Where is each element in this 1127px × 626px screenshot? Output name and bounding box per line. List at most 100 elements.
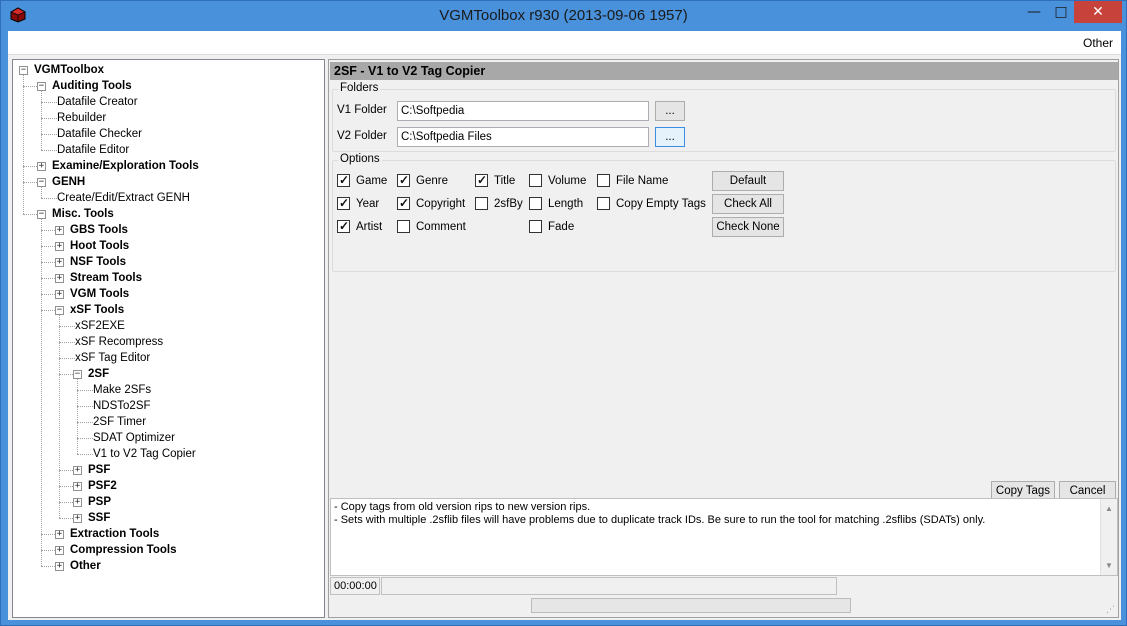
- checkbox-unchecked-icon[interactable]: [597, 197, 610, 210]
- tree-item[interactable]: GENH: [52, 174, 85, 190]
- tree-item[interactable]: VGM Tools: [70, 286, 129, 302]
- tree-item[interactable]: Compression Tools: [70, 542, 177, 558]
- checkbox-unchecked-icon[interactable]: [475, 197, 488, 210]
- tree-item[interactable]: Hoot Tools: [70, 238, 129, 254]
- option-checkbox[interactable]: 2sfBy: [475, 196, 523, 212]
- maximize-button[interactable]: □: [1046, 1, 1076, 23]
- checkbox-unchecked-icon[interactable]: [397, 220, 410, 233]
- tree-item[interactable]: NDSTo2SF: [93, 398, 151, 414]
- option-checkbox[interactable]: Volume: [529, 173, 586, 189]
- scroll-up-icon[interactable]: ▲: [1105, 502, 1113, 515]
- expand-icon[interactable]: +: [55, 242, 64, 251]
- checkbox-unchecked-icon[interactable]: [597, 174, 610, 187]
- tree-item[interactable]: xSF Tools: [70, 302, 124, 318]
- option-checkbox[interactable]: Length: [529, 196, 583, 212]
- expand-icon[interactable]: +: [55, 258, 64, 267]
- collapse-icon[interactable]: −: [55, 306, 64, 315]
- tree-item[interactable]: Examine/Exploration Tools: [52, 158, 199, 174]
- close-button[interactable]: ✕: [1074, 1, 1122, 23]
- tree-item[interactable]: Make 2SFs: [93, 382, 151, 398]
- check-all-button[interactable]: Check All: [712, 194, 784, 214]
- tree-item[interactable]: NSF Tools: [70, 254, 126, 270]
- expand-icon[interactable]: +: [55, 546, 64, 555]
- tree-item[interactable]: PSF: [88, 462, 110, 478]
- title-bar[interactable]: VGMToolbox r930 (2013-09-06 1957) — □ ✕: [1, 1, 1126, 31]
- option-checkbox[interactable]: File Name: [597, 173, 668, 189]
- expand-icon[interactable]: +: [55, 530, 64, 539]
- tree-item[interactable]: GBS Tools: [70, 222, 128, 238]
- checkbox-checked-icon[interactable]: [337, 218, 350, 234]
- tree-item[interactable]: Datafile Creator: [57, 94, 138, 110]
- tree-item[interactable]: Extraction Tools: [70, 526, 159, 542]
- expand-icon[interactable]: +: [73, 514, 82, 523]
- expand-icon[interactable]: +: [55, 290, 64, 299]
- check-none-button[interactable]: Check None: [712, 217, 784, 237]
- tree-item[interactable]: Datafile Checker: [57, 126, 142, 142]
- v2-folder-label: V2 Folder: [337, 130, 387, 142]
- resize-grip-icon[interactable]: ⋰: [1106, 605, 1116, 615]
- checkbox-unchecked-icon[interactable]: [529, 220, 542, 233]
- minimize-button[interactable]: —: [1019, 1, 1049, 23]
- expand-icon[interactable]: +: [37, 162, 46, 171]
- checkbox-unchecked-icon[interactable]: [529, 197, 542, 210]
- default-button[interactable]: Default: [712, 171, 784, 191]
- option-checkbox[interactable]: Fade: [529, 219, 574, 235]
- tree-item[interactable]: Other: [70, 558, 101, 574]
- checkbox-checked-icon[interactable]: [337, 195, 350, 211]
- expand-icon[interactable]: +: [73, 466, 82, 475]
- option-checkbox[interactable]: Copy Empty Tags: [597, 196, 706, 212]
- tree-connector: [41, 102, 57, 103]
- options-group-label: Options: [338, 153, 382, 165]
- option-checkbox[interactable]: Title: [475, 172, 515, 189]
- v1-browse-button[interactable]: ...: [655, 101, 685, 121]
- scroll-down-icon[interactable]: ▼: [1105, 559, 1113, 572]
- option-checkbox[interactable]: Game: [337, 172, 387, 189]
- tree-item[interactable]: xSF Tag Editor: [75, 350, 150, 366]
- collapse-icon[interactable]: −: [37, 210, 46, 219]
- expand-icon[interactable]: +: [73, 498, 82, 507]
- log-scrollbar[interactable]: ▲ ▼: [1100, 499, 1117, 575]
- expand-icon[interactable]: +: [55, 226, 64, 235]
- option-checkbox[interactable]: Comment: [397, 219, 466, 235]
- collapse-icon[interactable]: −: [73, 370, 82, 379]
- v2-browse-button[interactable]: ...: [655, 127, 685, 147]
- tree-item[interactable]: PSF2: [88, 478, 117, 494]
- tree-item[interactable]: SDAT Optimizer: [93, 430, 175, 446]
- checkbox-checked-icon[interactable]: [397, 195, 410, 211]
- tree-item[interactable]: 2SF: [88, 366, 109, 382]
- collapse-icon[interactable]: −: [19, 66, 28, 75]
- collapse-icon[interactable]: −: [37, 178, 46, 187]
- tree-item[interactable]: V1 to V2 Tag Copier: [93, 446, 196, 462]
- tree-item[interactable]: 2SF Timer: [93, 414, 146, 430]
- checkbox-checked-icon[interactable]: [337, 172, 350, 188]
- expand-icon[interactable]: +: [73, 482, 82, 491]
- option-checkbox[interactable]: Year: [337, 195, 379, 212]
- checkbox-checked-icon[interactable]: [475, 172, 488, 188]
- tool-tree[interactable]: − VGMToolbox − Auditing Tools Datafile Creat…: [12, 59, 325, 618]
- tree-item[interactable]: VGMToolbox: [34, 62, 104, 78]
- expand-icon[interactable]: +: [55, 562, 64, 571]
- tree-item[interactable]: Stream Tools: [70, 270, 142, 286]
- option-checkbox[interactable]: Genre: [397, 172, 448, 189]
- tree-item[interactable]: Misc. Tools: [52, 206, 114, 222]
- tree-item[interactable]: SSF: [88, 510, 110, 526]
- tree-item[interactable]: xSF Recompress: [75, 334, 163, 350]
- tree-item[interactable]: Rebuilder: [57, 110, 106, 126]
- tree-item[interactable]: Auditing Tools: [52, 78, 132, 94]
- tree-item[interactable]: Create/Edit/Extract GENH: [57, 190, 190, 206]
- tree-item[interactable]: xSF2EXE: [75, 318, 125, 334]
- tree-connector: [41, 91, 42, 150]
- tree-item[interactable]: Datafile Editor: [57, 142, 129, 158]
- collapse-icon[interactable]: −: [37, 82, 46, 91]
- checkbox-checked-icon[interactable]: [397, 172, 410, 188]
- expand-icon[interactable]: +: [55, 274, 64, 283]
- option-checkbox[interactable]: Copyright: [397, 195, 465, 212]
- message-log[interactable]: - Copy tags from old version rips to new…: [330, 498, 1118, 576]
- checkbox-unchecked-icon[interactable]: [529, 174, 542, 187]
- option-checkbox[interactable]: Artist: [337, 218, 382, 235]
- v1-folder-input[interactable]: C:\Softpedia: [397, 101, 649, 121]
- tree-item[interactable]: PSP: [88, 494, 111, 510]
- folders-group-label: Folders: [338, 82, 381, 94]
- v2-folder-input[interactable]: C:\Softpedia Files: [397, 127, 649, 147]
- menu-item-other[interactable]: Other: [1083, 36, 1113, 50]
